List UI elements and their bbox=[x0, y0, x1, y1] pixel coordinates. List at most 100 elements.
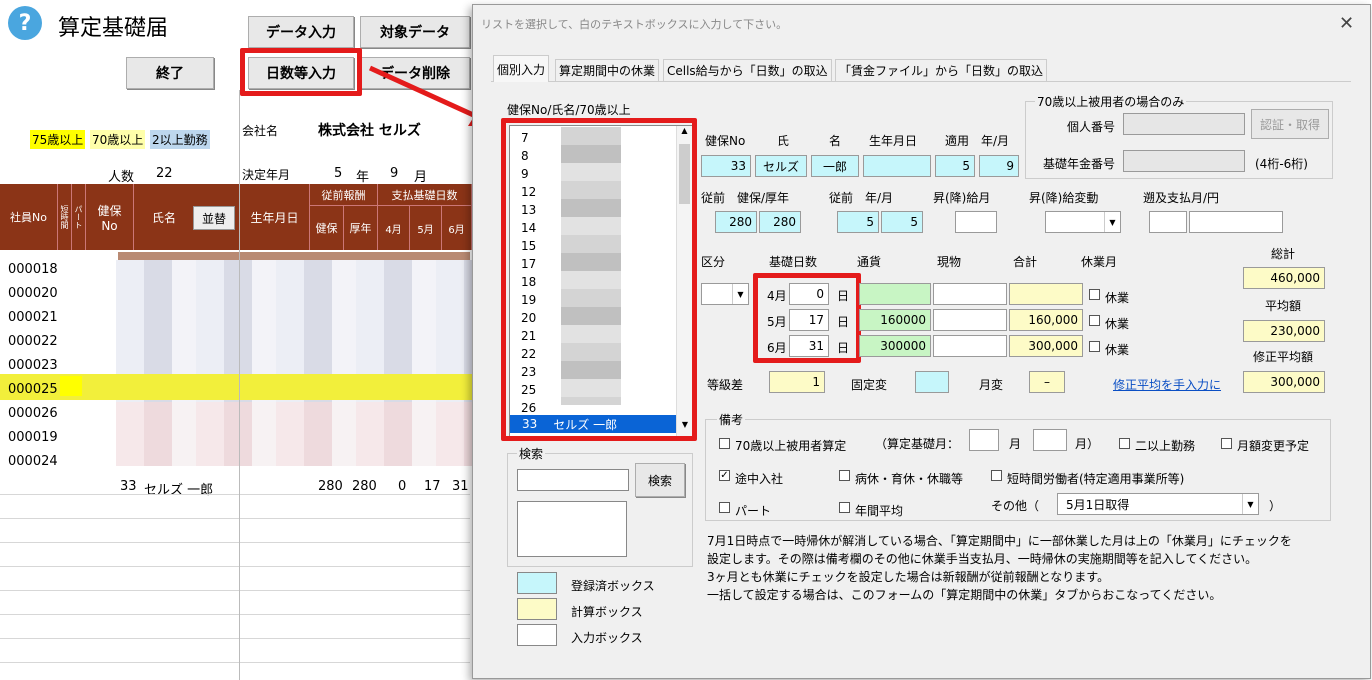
tab-leave[interactable]: 算定期間中の休業 bbox=[555, 59, 660, 81]
other-select[interactable]: 5月1日取得 ▼ bbox=[1057, 493, 1259, 515]
list-item[interactable]: 18 bbox=[521, 275, 536, 289]
header-emp-no: 社員No bbox=[0, 184, 58, 250]
list-item[interactable]: 8 bbox=[521, 149, 529, 163]
list-item[interactable]: 9 bbox=[521, 167, 529, 181]
annual-avg-checkbox[interactable] bbox=[839, 502, 850, 513]
day-row-cash[interactable]: 160000 bbox=[859, 309, 931, 331]
close-icon[interactable]: ✕ bbox=[1339, 13, 1354, 34]
over70-checkbox[interactable] bbox=[719, 438, 730, 449]
pension-no-field[interactable] bbox=[1123, 150, 1245, 172]
multi-checkbox[interactable] bbox=[1119, 438, 1130, 449]
basis-month-1[interactable] bbox=[969, 429, 999, 451]
header-prev-salary: 従前報酬 bbox=[310, 184, 378, 206]
target-data-button[interactable]: 対象データ bbox=[360, 16, 470, 48]
table-row[interactable]: 000020 bbox=[8, 286, 58, 301]
leave-checkbox[interactable] bbox=[1089, 315, 1100, 326]
raise-change-select[interactable]: ▼ bbox=[1045, 211, 1121, 233]
leave-checkbox[interactable] bbox=[1089, 341, 1100, 352]
chevron-down-icon[interactable]: ▼ bbox=[1104, 212, 1120, 232]
list-item[interactable]: 7 bbox=[521, 131, 529, 145]
personal-no-label: 個人番号 bbox=[1067, 120, 1116, 134]
grade-value: 1 bbox=[769, 371, 825, 393]
search-input[interactable] bbox=[517, 469, 629, 491]
kubun-select[interactable]: ▼ bbox=[701, 283, 749, 305]
sort-button[interactable]: 並替 bbox=[193, 206, 235, 230]
leave-label: 休業 bbox=[1105, 317, 1130, 331]
summary-d5: 17 bbox=[424, 479, 441, 494]
end-button[interactable]: 終了 bbox=[126, 57, 214, 89]
mid-join-checkbox[interactable]: ✓ bbox=[719, 470, 730, 481]
legend-input-box bbox=[517, 624, 557, 646]
grade-label: 等級差 bbox=[707, 378, 744, 392]
short-time-checkbox[interactable] bbox=[991, 470, 1002, 481]
retro-amount-field[interactable] bbox=[1189, 211, 1283, 233]
prev-month: 5 bbox=[881, 211, 923, 233]
manual-avg-link[interactable]: 修正平均を手入力に bbox=[1113, 376, 1221, 393]
basis-month-close: 月） bbox=[1075, 437, 1100, 451]
over70-check-label: 70歳以上被用者算定 bbox=[735, 439, 847, 453]
table-row[interactable]: 000022 bbox=[8, 334, 58, 349]
retro-month-field[interactable] bbox=[1149, 211, 1187, 233]
decision-year: 5 bbox=[334, 166, 343, 181]
table-row[interactable]: 000024 bbox=[8, 454, 58, 469]
tab-individual[interactable]: 個別入力 bbox=[493, 55, 550, 82]
day-row-total: 300,000 bbox=[1009, 335, 1083, 357]
day-row-total bbox=[1009, 283, 1083, 305]
sick-checkbox[interactable] bbox=[839, 470, 850, 481]
grid-line bbox=[0, 566, 470, 567]
list-item[interactable]: 15 bbox=[521, 239, 536, 253]
part-checkbox[interactable] bbox=[719, 502, 730, 513]
day-row-days[interactable]: 0 bbox=[789, 283, 829, 305]
day-row-goods[interactable] bbox=[933, 335, 1007, 357]
table-row[interactable]: 000021 bbox=[8, 310, 58, 325]
table-row[interactable]: 000023 bbox=[8, 358, 58, 373]
list-item[interactable]: 23 bbox=[521, 365, 536, 379]
list-item[interactable]: 14 bbox=[521, 221, 536, 235]
day-row-cash[interactable]: 300000 bbox=[859, 335, 931, 357]
header-part: パート bbox=[72, 184, 86, 250]
day-row-days[interactable]: 31 bbox=[789, 335, 829, 357]
avg-sum: 230,000 bbox=[1243, 320, 1325, 342]
list-item[interactable]: 26 bbox=[521, 401, 536, 415]
help-icon[interactable]: ? bbox=[8, 6, 42, 40]
day-row-cash[interactable] bbox=[859, 283, 931, 305]
list-item[interactable]: 22 bbox=[521, 347, 536, 361]
basis-month-2[interactable] bbox=[1033, 429, 1067, 451]
list-item[interactable]: 19 bbox=[521, 293, 536, 307]
retro-ym-label: 月/円 bbox=[1191, 191, 1220, 205]
auth-button[interactable]: 認証・取得 bbox=[1251, 109, 1329, 139]
mid-join-label: 途中入社 bbox=[735, 472, 784, 486]
chevron-down-icon[interactable]: ▼ bbox=[1242, 494, 1258, 514]
list-item[interactable]: 21 bbox=[521, 329, 536, 343]
chevron-down-icon[interactable]: ▼ bbox=[732, 284, 748, 304]
table-row[interactable]: 000026 bbox=[8, 406, 58, 421]
list-item[interactable]: 13 bbox=[521, 203, 536, 217]
day-row-days[interactable]: 17 bbox=[789, 309, 829, 331]
tab-cells[interactable]: Cells給与から「日数」の取込 bbox=[663, 59, 832, 81]
grid-line bbox=[0, 638, 470, 639]
list-item[interactable]: 12 bbox=[521, 185, 536, 199]
raise-salary-field[interactable] bbox=[955, 211, 997, 233]
monthly-change-checkbox[interactable] bbox=[1221, 438, 1232, 449]
hdr-birth: 生年月日 bbox=[869, 134, 918, 148]
search-results[interactable] bbox=[517, 501, 627, 557]
day-row-goods[interactable] bbox=[933, 283, 1007, 305]
list-item[interactable]: 20 bbox=[521, 311, 536, 325]
kubun-label: 区分 bbox=[701, 255, 726, 269]
year-unit: 年 bbox=[356, 170, 370, 185]
leave-checkbox[interactable] bbox=[1089, 289, 1100, 300]
data-input-button[interactable]: データ入力 bbox=[248, 16, 354, 48]
annual-avg-label: 年間平均 bbox=[855, 504, 904, 518]
prev-label3: 従前 bbox=[829, 191, 854, 205]
personal-no-field[interactable] bbox=[1123, 113, 1245, 135]
basis-month-label: （算定基礎月： bbox=[875, 437, 960, 451]
table-row[interactable]: 000018 bbox=[8, 262, 58, 277]
search-button[interactable]: 検索 bbox=[635, 463, 685, 497]
list-item[interactable]: 25 bbox=[521, 383, 536, 397]
table-row[interactable]: 000025 bbox=[8, 382, 58, 397]
table-row[interactable]: 000019 bbox=[8, 430, 58, 445]
grid-line bbox=[0, 590, 470, 591]
tab-wage-file[interactable]: 「賃金ファイル」から「日数」の取込 bbox=[835, 59, 1048, 81]
day-row-goods[interactable] bbox=[933, 309, 1007, 331]
list-item[interactable]: 17 bbox=[521, 257, 536, 271]
